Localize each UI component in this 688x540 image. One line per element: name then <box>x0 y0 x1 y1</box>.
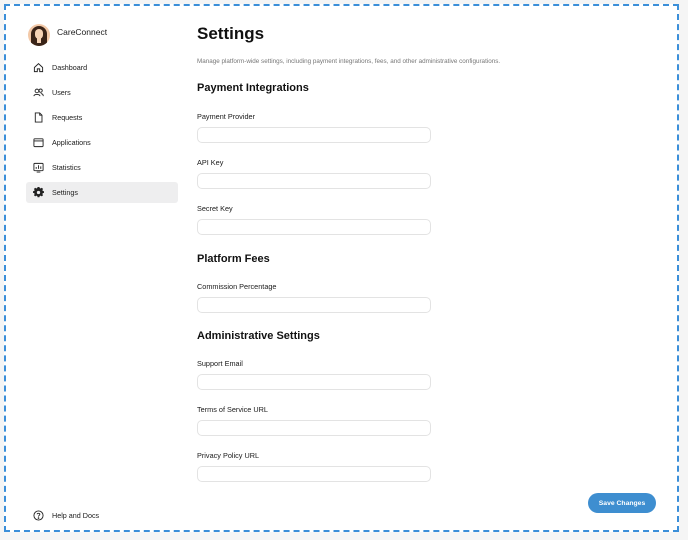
sidebar-item-users[interactable]: Users <box>26 82 178 103</box>
sidebar-item-label: Dashboard <box>52 63 88 72</box>
sidebar-item-label: Applications <box>52 138 91 147</box>
page-title: Settings <box>197 24 265 43</box>
sidebar-item-label: Requests <box>52 113 83 122</box>
support-email-label: Support Email <box>197 359 243 368</box>
help-icon <box>32 509 44 521</box>
sidebar-item-applications[interactable]: Applications <box>26 132 178 153</box>
sidebar-item-label: Statistics <box>52 163 81 172</box>
home-icon <box>32 62 44 74</box>
tos-url-label: Terms of Service URL <box>197 405 268 414</box>
users-icon <box>32 87 44 99</box>
sidebar-item-dashboard[interactable]: Dashboard <box>26 57 178 78</box>
window-icon <box>32 137 44 149</box>
document-icon <box>32 112 44 124</box>
brand-name: CareConnect <box>57 26 108 37</box>
page-description: Manage platform-wide settings, including… <box>197 58 501 65</box>
sidebar-item-statistics[interactable]: Statistics <box>26 157 178 178</box>
save-changes-button[interactable]: Save Changes <box>588 493 656 513</box>
sidebar-item-settings[interactable]: Settings <box>26 182 178 203</box>
payment-provider-input[interactable] <box>197 127 431 143</box>
privacy-url-label: Privacy Policy URL <box>197 451 260 460</box>
support-email-input[interactable] <box>197 374 431 390</box>
help-label: Help and Docs <box>52 510 100 520</box>
brand[interactable]: CareConnect <box>28 22 180 48</box>
commission-percentage-input[interactable] <box>197 297 431 313</box>
commission-label: Commission Percentage <box>197 282 277 291</box>
section-title-payment: Payment Integrations <box>197 82 309 94</box>
sidebar-nav: Dashboard Users Requests Applications St… <box>26 57 180 203</box>
help-and-docs-link[interactable]: Help and Docs <box>32 509 99 521</box>
app-window: CareConnect Dashboard Users Requests App… <box>4 4 679 532</box>
secret-key-label: Secret Key <box>197 204 233 213</box>
secret-key-input[interactable] <box>197 219 431 235</box>
sidebar: CareConnect Dashboard Users Requests App… <box>26 22 180 527</box>
avatar <box>28 24 50 46</box>
payment-provider-label: Payment Provider <box>197 112 255 121</box>
api-key-input[interactable] <box>197 173 431 189</box>
sidebar-item-label: Users <box>52 88 71 97</box>
sidebar-item-label: Settings <box>52 188 78 197</box>
tos-url-input[interactable] <box>197 420 431 436</box>
section-title-fees: Platform Fees <box>197 253 270 265</box>
sidebar-item-requests[interactable]: Requests <box>26 107 178 128</box>
api-key-label: API Key <box>197 158 224 167</box>
section-title-admin: Administrative Settings <box>197 330 320 342</box>
privacy-url-input[interactable] <box>197 466 431 482</box>
gear-icon <box>32 187 44 199</box>
chart-icon <box>32 162 44 174</box>
